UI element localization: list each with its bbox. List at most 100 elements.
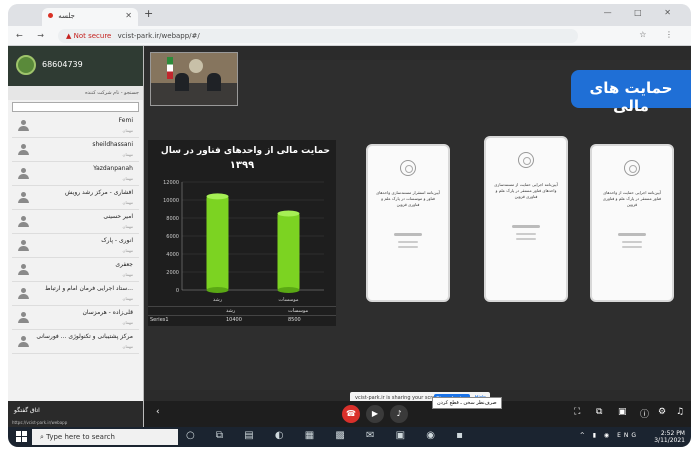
emblem-image bbox=[189, 59, 203, 73]
sidebar-header: 68604739 bbox=[8, 46, 143, 86]
table-header: رشد bbox=[226, 308, 236, 314]
table-row: Series1 10400 8500 bbox=[148, 315, 336, 324]
fullscreen-icon[interactable]: ⛶ bbox=[574, 407, 580, 417]
participant-role: مهمان bbox=[122, 272, 133, 277]
seal-icon bbox=[400, 160, 416, 176]
close-tab-icon[interactable]: ✕ bbox=[125, 11, 132, 20]
tab-title: جلسه bbox=[58, 12, 75, 20]
bar-chart: حمایت مالی از واحدهای فناور در سال ۱۳۹۹ … bbox=[148, 140, 336, 326]
seal-icon bbox=[518, 152, 534, 168]
participant-name: ستاد اجرایی فرمان امام و ارتباط... bbox=[44, 285, 133, 292]
participant-item[interactable]: انوری - پارک مهمان bbox=[12, 234, 139, 258]
document-heading: آیین‌نامه اجرایی حمایت از مستندسازی واحد… bbox=[494, 182, 558, 199]
chat-room-bar[interactable]: اتاق گفتگو https://vcist-park.ir/webapp bbox=[8, 401, 143, 427]
participant-name: Yazdanpanah bbox=[93, 165, 133, 172]
participant-item[interactable]: جعفری مهمان bbox=[12, 258, 139, 282]
participant-role: مهمان bbox=[122, 248, 133, 253]
document-heading: آیین‌نامه اجرایی حمایت از واحدهای فناور … bbox=[602, 190, 662, 207]
participant-role: مهمان bbox=[122, 344, 133, 349]
park-logo-icon bbox=[16, 55, 36, 75]
camera-off-icon[interactable]: ▶ bbox=[366, 405, 384, 423]
tray-icons[interactable]: ^ ▮ ◉ ENG bbox=[580, 432, 639, 439]
avatar-icon bbox=[18, 336, 29, 348]
y-tick-label: 10000 bbox=[163, 198, 179, 204]
participant-name: افشاری - مرکز رشد رویش bbox=[65, 189, 133, 196]
bar bbox=[277, 213, 300, 290]
tab-meeting[interactable]: جلسه ✕ bbox=[42, 8, 138, 26]
x-tick-label: رشد bbox=[213, 297, 223, 303]
taskbar-search-input[interactable]: ⌕ Type here to search bbox=[32, 429, 178, 445]
table-cell: 10400 bbox=[226, 317, 242, 323]
tab-bar: جلسه ✕ + — □ ✕ bbox=[8, 4, 691, 26]
participant-name: Femi bbox=[118, 117, 133, 124]
not-secure-label[interactable]: ▲ Not secure bbox=[66, 32, 111, 40]
share-icon[interactable]: ⧉ bbox=[596, 407, 602, 417]
url-text: vcist-park.ir/webapp/#/ bbox=[117, 32, 200, 40]
participant-name: sheildhassani bbox=[92, 141, 133, 148]
hangup-tooltip: صرف‌نظر سخن ـ قطع کردن bbox=[432, 397, 502, 409]
avatar-icon bbox=[18, 192, 29, 204]
url-field[interactable]: ▲ Not secure vcist-park.ir/webapp/#/ bbox=[58, 29, 578, 43]
chevron-left-icon[interactable]: ‹ bbox=[156, 407, 160, 417]
taskbar-app-icons[interactable]: ○ ⧉ ▤ ◐ ▦ ▩ ✉ ▣ ◉ ▪ bbox=[186, 430, 472, 441]
participant-item[interactable]: Yazdanpanah مهمان bbox=[12, 162, 139, 186]
participants-sidebar: 68604739 جستجو - نام شرکت کننده Femi مهما… bbox=[8, 46, 144, 427]
mic-off-icon[interactable]: ♪ bbox=[390, 405, 408, 423]
table-header: موسسات bbox=[288, 308, 309, 314]
date: 3/11/2021 bbox=[654, 437, 685, 444]
y-tick-label: 12000 bbox=[163, 180, 179, 186]
avatar-icon bbox=[18, 312, 29, 324]
chat-icon[interactable]: ▣ bbox=[618, 407, 627, 417]
settings-icon[interactable]: ⚙ bbox=[658, 407, 666, 417]
avatar-icon bbox=[18, 240, 29, 252]
search-label: جستجو - نام شرکت کننده bbox=[8, 86, 143, 100]
camera-feed[interactable] bbox=[150, 52, 238, 106]
participant-item[interactable]: امیر حسینی مهمان bbox=[12, 210, 139, 234]
participant-name: امیر حسینی bbox=[103, 213, 133, 220]
volume-icon[interactable]: ♫ bbox=[676, 407, 684, 417]
clock[interactable]: 2:52 PM 3/11/2021 bbox=[654, 430, 685, 444]
y-tick-label: 0 bbox=[176, 288, 179, 294]
new-tab-button[interactable]: + bbox=[144, 7, 153, 20]
participant-item[interactable]: ستاد اجرایی فرمان امام و ارتباط... مهمان bbox=[12, 282, 139, 306]
bookmark-menu-icons[interactable]: ☆ ⋮ bbox=[639, 30, 681, 39]
participant-role: مهمان bbox=[122, 296, 133, 301]
avatar-icon bbox=[18, 120, 29, 132]
participant-name: جعفری bbox=[115, 261, 133, 268]
participant-item[interactable]: مرکز پشتیبانی و تکنولوژی ... فورسانی مهما… bbox=[12, 330, 139, 354]
participant-search-input[interactable] bbox=[12, 102, 139, 112]
bar-top bbox=[277, 210, 300, 217]
participant-item[interactable]: افشاری - مرکز رشد رویش مهمان bbox=[12, 186, 139, 210]
y-tick-label: 8000 bbox=[166, 216, 179, 222]
flag-image bbox=[167, 57, 173, 79]
recording-icon bbox=[48, 13, 53, 18]
participant-role: مهمان bbox=[122, 200, 133, 205]
bar-base bbox=[206, 287, 229, 293]
avatar-icon bbox=[18, 216, 29, 228]
y-tick-label: 2000 bbox=[166, 270, 179, 276]
browser-window: جلسه ✕ + — □ ✕ ← → C ▲ Not secure vcist-… bbox=[8, 4, 691, 447]
shared-slide: حمایت های مالی حمایت مالی از واحدهای فنا… bbox=[144, 60, 691, 390]
participant-role: مهمان bbox=[122, 224, 133, 229]
participant-item[interactable]: قلی‌زاده - هرمزسان مهمان bbox=[12, 306, 139, 330]
avatar-icon bbox=[18, 168, 29, 180]
participant-item[interactable]: sheildhassani مهمان bbox=[12, 138, 139, 162]
phone-hangup-icon[interactable]: ☎ bbox=[342, 405, 360, 423]
meeting-app: 68604739 جستجو - نام شرکت کننده Femi مهما… bbox=[8, 46, 691, 427]
meeting-controls: ‹ صرف‌نظر سخن ـ قطع کردن ☎ ▶ ♪ ⛶ ⧉ ▣ ⓘ ⚙… bbox=[144, 397, 691, 427]
avatar-icon bbox=[18, 264, 29, 276]
window-controls[interactable]: — □ ✕ bbox=[604, 8, 681, 17]
participant-role: مهمان bbox=[122, 152, 133, 157]
room-id: 68604739 bbox=[42, 60, 83, 69]
participant-list: Femi مهمان sheildhassani مهمان Yazdanpanah مه… bbox=[8, 114, 143, 354]
y-tick-label: 6000 bbox=[166, 234, 179, 240]
info-icon[interactable]: ⓘ bbox=[640, 407, 649, 420]
participant-name: انوری - پارک bbox=[101, 237, 133, 244]
speaker-figure bbox=[175, 73, 189, 91]
document-page: آیین‌نامه اجرایی حمایت از مستندسازی واحد… bbox=[484, 136, 568, 302]
windows-start-icon[interactable] bbox=[16, 431, 27, 442]
presentation-area: حمایت های مالی حمایت مالی از واحدهای فنا… bbox=[144, 46, 691, 427]
chat-room-label: اتاق گفتگو bbox=[14, 407, 40, 414]
participant-item[interactable]: Femi مهمان bbox=[12, 114, 139, 138]
chart-plot: 0 2000 4000 6000 8000 10000 12000 رشد موسسات bbox=[163, 180, 324, 303]
